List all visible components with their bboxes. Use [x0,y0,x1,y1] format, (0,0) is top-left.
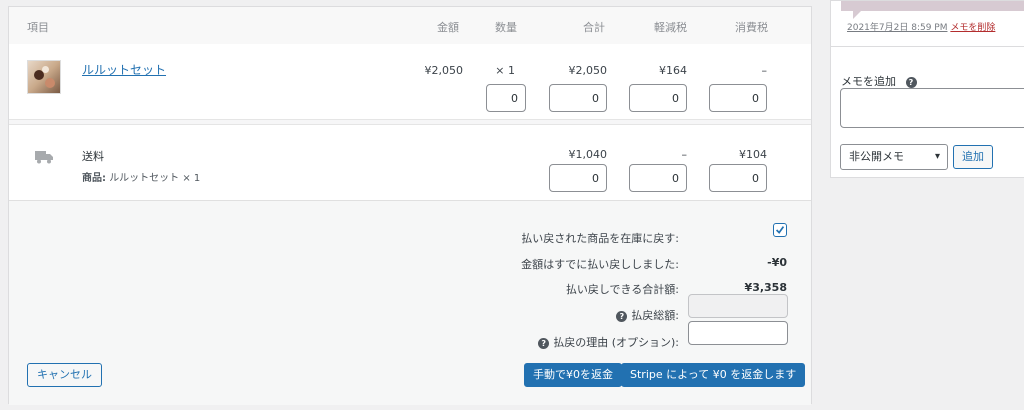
shipping-refund-total-input[interactable] [549,164,607,192]
shipping-consumption-tax: ¥104 [739,148,767,161]
shipping-meta: 商品: ルルットセット × 1 [82,169,200,184]
truck-icon [35,151,53,164]
item-consumption-tax: – [761,64,768,77]
help-icon[interactable]: ? [905,76,917,88]
note-date: 2021年7月2日 8:59 PM [847,23,948,33]
header-total: 合計 [583,21,605,34]
note-bubble [841,1,1024,11]
available-value: ¥3,358 [744,281,787,294]
help-icon[interactable]: ? [538,337,550,349]
add-note-textarea[interactable] [840,88,1024,128]
stripe-refund-button[interactable]: Stripe によって ¥0 を返金します [621,363,806,387]
shipping-total: ¥1,040 [568,148,608,161]
order-notes-panel: 2021年7月2日 8:59 PM メモを削除 メモを追加 ? 非公開メモ ▾ … [830,0,1024,178]
item-reduced-tax: ¥164 [659,64,687,77]
header-qty: 数量 [495,21,517,34]
available-label: 払い戻しできる合計額: [565,283,679,296]
refund-reason-field[interactable] [688,321,788,345]
already-refunded-label: 金額はすでに払い戻ししました: [521,258,679,271]
restock-checkbox[interactable] [773,223,787,237]
already-refunded-value: -¥0 [767,256,787,269]
refund-amount-field[interactable] [688,294,788,318]
header-item: 項目 [27,21,49,34]
item-total: ¥2,050 [568,64,608,77]
item-price: ¥2,050 [424,64,464,77]
shipping-meta-label: 商品: [82,173,106,184]
shipping-name: 送料 [82,150,104,163]
header-consumption-tax: 消費税 [735,21,768,34]
shipping-refund-reduced-tax-input[interactable] [629,164,687,192]
table-header: 項目 金額 数量 合計 軽減税 消費税 [9,7,811,45]
shipping-row: 送料 商品: ルルットセット × 1 ¥1,040 – ¥104 [9,128,811,201]
refund-reason-label: ? 払戻の理由 (オプション): [538,334,679,350]
note-type-select[interactable]: 非公開メモ ▾ [840,144,948,170]
refund-consumption-tax-input[interactable] [709,84,767,112]
item-qty: × 1 [495,64,515,77]
checkmark-icon [775,226,785,234]
refund-qty-input[interactable] [486,84,526,112]
divider [831,46,1024,47]
product-name-link[interactable]: ルルットセット [82,61,166,78]
chevron-down-icon: ▾ [934,151,940,162]
manual-refund-button[interactable]: 手動で¥0を返金 [524,363,622,387]
note-type-value: 非公開メモ [849,150,904,163]
order-items-panel: 項目 金額 数量 合計 軽減税 消費税 ルルットセット ¥2,050 × 1 ¥… [8,6,812,405]
add-note-label: メモを追加 ? [841,73,921,89]
header-price: 金額 [437,21,459,34]
shipping-reduced-tax: – [681,148,688,161]
add-note-button[interactable]: 追加 [953,145,993,169]
refund-amount-label: ? 払戻総額: [616,307,679,323]
delete-note-link[interactable]: メモを削除 [950,23,995,33]
header-reduced-tax: 軽減税 [654,21,687,34]
shipping-meta-value: ルルットセット × 1 [109,173,201,184]
restock-label: 払い戻された商品を在庫に戻す: [521,232,679,245]
cancel-button[interactable]: キャンセル [27,363,102,387]
table-row: ルルットセット ¥2,050 × 1 ¥2,050 ¥164 – [9,44,811,124]
help-icon[interactable]: ? [616,310,628,322]
shipping-refund-consumption-tax-input[interactable] [709,164,767,192]
refund-reduced-tax-input[interactable] [629,84,687,112]
note-meta: 2021年7月2日 8:59 PM メモを削除 [847,20,995,33]
refund-total-input[interactable] [549,84,607,112]
row-separator [9,119,811,125]
note-tail [853,11,861,19]
product-thumbnail [27,60,61,94]
